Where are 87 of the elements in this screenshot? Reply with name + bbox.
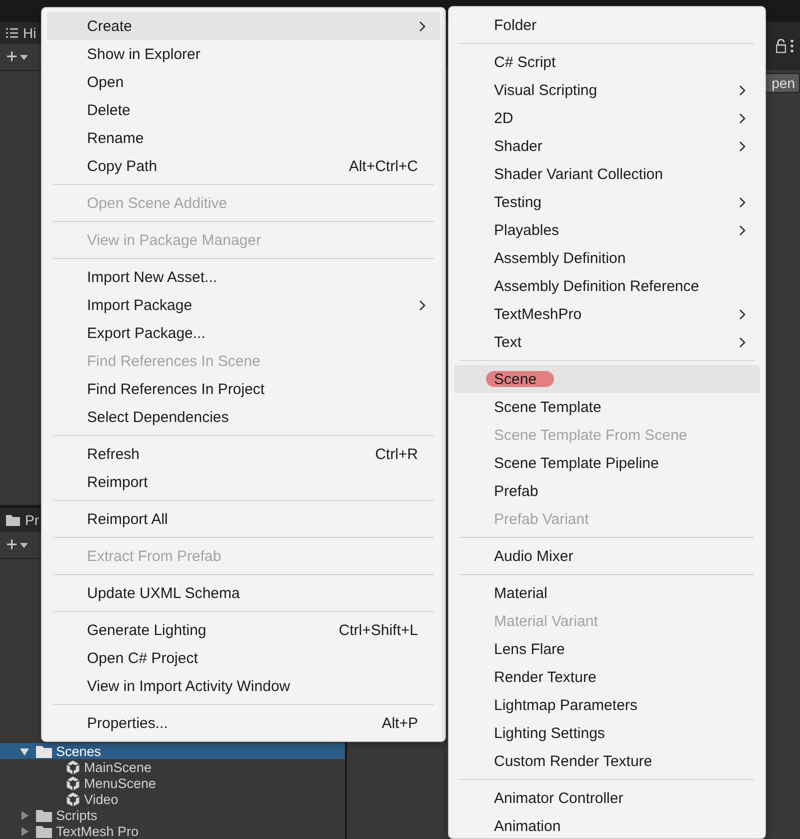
menu-item[interactable]: Shader Variant Collection xyxy=(454,160,760,188)
menu-item[interactable]: Properties... Alt+P xyxy=(47,709,440,737)
shortcut-label: Alt+Ctrl+C xyxy=(348,158,419,174)
more-options-icon[interactable] xyxy=(790,39,794,53)
menu-item[interactable]: Import Package xyxy=(47,291,440,319)
menu-item[interactable]: Lighting Settings xyxy=(454,719,760,747)
menu-item[interactable]: Reimport All xyxy=(47,505,440,533)
shortcut-label: Alt+P xyxy=(382,714,419,732)
menu-item[interactable]: Text xyxy=(454,328,760,356)
menu-item[interactable]: Find References In Project xyxy=(47,375,440,403)
menu-item[interactable]: Update UXML Schema xyxy=(47,579,440,607)
menu-item[interactable]: Copy Path Alt+Ctrl+C xyxy=(47,152,440,180)
open-button[interactable]: pen xyxy=(764,73,800,93)
menu-item[interactable]: Testing xyxy=(454,188,760,216)
menu-item[interactable]: TextMeshPro xyxy=(454,300,760,328)
menu-item[interactable]: Reimport xyxy=(47,468,440,496)
unity-scene-icon xyxy=(66,776,80,790)
menu-item[interactable]: Generate Lighting Ctrl+Shift+L xyxy=(47,616,440,644)
chevron-right-icon xyxy=(419,300,426,310)
menu-item[interactable]: C# Script xyxy=(454,48,760,76)
menu-item[interactable]: Create xyxy=(47,12,440,40)
tree-label: MainScene xyxy=(84,760,152,774)
list-icon xyxy=(6,28,18,38)
menu-item[interactable]: Lightmap Parameters xyxy=(454,691,760,719)
chevron-right-icon xyxy=(739,336,746,348)
menu-item[interactable]: Playables xyxy=(454,216,760,244)
menu-item[interactable]: Show in Explorer xyxy=(47,40,440,68)
chevron-right-icon xyxy=(739,140,746,152)
tree-row[interactable]: MainScene xyxy=(0,759,345,775)
folder-icon xyxy=(6,514,20,526)
menu-item[interactable]: Material xyxy=(454,579,760,607)
menu-item[interactable]: Delete xyxy=(47,96,440,124)
folder-icon xyxy=(36,808,52,822)
tree-row[interactable]: TextMesh Pro xyxy=(0,823,345,839)
folder-icon xyxy=(36,824,52,838)
folder-icon xyxy=(36,744,52,758)
unity-scene-icon xyxy=(66,760,80,774)
menu-item[interactable]: Open xyxy=(47,68,440,96)
lock-icon[interactable] xyxy=(776,39,786,53)
menu-item[interactable]: Visual Scripting xyxy=(454,76,760,104)
chevron-right-icon xyxy=(739,112,746,124)
menu-item[interactable]: Animation xyxy=(454,812,760,838)
tree-label: Scenes xyxy=(56,744,102,758)
hierarchy-tab[interactable]: Hi xyxy=(23,25,36,41)
menu-item[interactable]: Rename xyxy=(47,124,440,152)
menu-item[interactable]: Refresh Ctrl+R xyxy=(47,440,440,468)
chevron-right-icon xyxy=(739,224,746,236)
add-dropdown-button[interactable]: + xyxy=(6,47,28,67)
unity-scene-icon xyxy=(66,792,80,806)
tree-row[interactable]: Video xyxy=(0,791,345,807)
chevron-right-icon xyxy=(739,196,746,208)
menu-item[interactable]: Assembly Definition Reference xyxy=(454,272,760,300)
menu-item[interactable]: Export Package... xyxy=(47,319,440,347)
tree-row[interactable]: MenuScene xyxy=(0,775,345,791)
project-tab[interactable]: Pr xyxy=(25,512,39,528)
tree-label: Scripts xyxy=(56,808,98,822)
menu-item[interactable]: Render Texture xyxy=(454,663,760,691)
menu-item[interactable]: Shader xyxy=(454,132,760,160)
menu-item[interactable]: Audio Mixer xyxy=(454,542,760,570)
menu-item[interactable]: Custom Render Texture xyxy=(454,747,760,775)
menu-item[interactable]: Scene Template Pipeline xyxy=(454,449,760,477)
menu-item[interactable]: Open C# Project xyxy=(47,644,440,672)
menu-item[interactable]: Prefab xyxy=(454,477,760,505)
menu-item[interactable]: 2D xyxy=(454,104,760,132)
tree-label: TextMesh Pro xyxy=(56,824,139,838)
menu-item[interactable]: Scene Template xyxy=(454,393,760,421)
menu-item[interactable]: Folder xyxy=(454,11,760,39)
chevron-right-icon xyxy=(739,308,746,320)
menu-item[interactable]: Assembly Definition xyxy=(454,244,760,272)
caret-down-icon xyxy=(20,54,28,60)
expanded-arrow-icon[interactable] xyxy=(20,746,29,756)
menu-item[interactable]: Select Dependencies xyxy=(47,403,440,431)
tree-label: Video xyxy=(84,792,118,806)
add-dropdown-button[interactable]: + xyxy=(6,535,28,555)
shortcut-label: Ctrl+Shift+L xyxy=(338,622,419,638)
tree-row[interactable]: Scenes xyxy=(0,743,345,759)
tree-row[interactable]: Scripts xyxy=(0,807,345,823)
chevron-right-icon xyxy=(739,84,746,96)
chevron-right-icon xyxy=(419,20,426,32)
menu-item[interactable]: Animator Controller xyxy=(454,784,760,812)
menu-item[interactable]: Lens Flare xyxy=(454,635,760,663)
menu-item[interactable]: View in Import Activity Window xyxy=(47,672,440,700)
caret-down-icon xyxy=(20,542,28,548)
shortcut-label: Ctrl+R xyxy=(375,446,419,462)
tree-label: MenuScene xyxy=(84,776,156,790)
menu-item[interactable]: Scene xyxy=(454,365,760,393)
menu-item[interactable]: Import New Asset... xyxy=(47,263,440,291)
